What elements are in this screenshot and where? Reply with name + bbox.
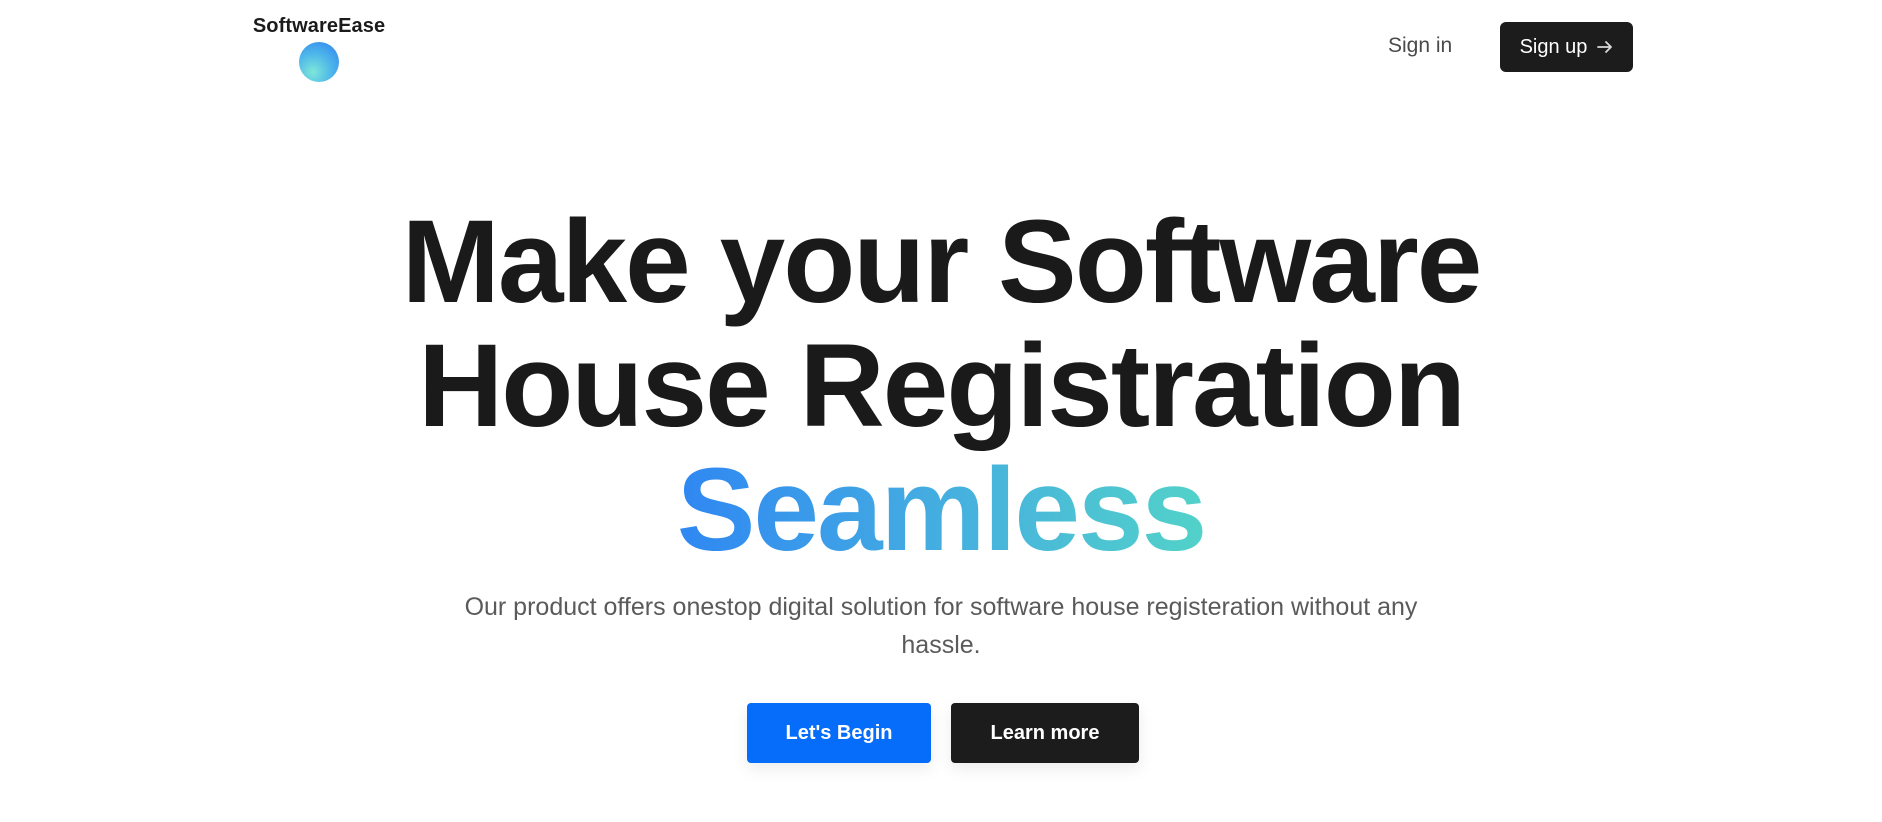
logo-icon [299,42,339,82]
sign-in-link[interactable]: Sign in [1388,34,1452,58]
sign-up-button[interactable]: Sign up [1500,22,1633,72]
brand-name: SoftwareEase [252,15,386,37]
hero-title: Make your Software House Registration Se… [0,200,1882,572]
landing-page: SoftwareEase Sign in Sign up Make your S… [0,0,1882,822]
hero-title-accent: Seamless [676,444,1208,576]
hero-subtitle: Our product offers onestop digital solut… [464,593,1418,659]
lets-begin-button[interactable]: Let's Begin [747,703,931,763]
arrow-right-icon [1597,40,1613,54]
hero-title-line-2: House Registration [418,320,1466,452]
hero-title-accent-line: Seamless [0,448,1882,572]
brand[interactable]: SoftwareEase [252,14,386,82]
sign-up-label: Sign up [1519,35,1588,58]
hero-title-line-1: Make your Software [401,196,1483,328]
learn-more-button[interactable]: Learn more [951,703,1139,763]
